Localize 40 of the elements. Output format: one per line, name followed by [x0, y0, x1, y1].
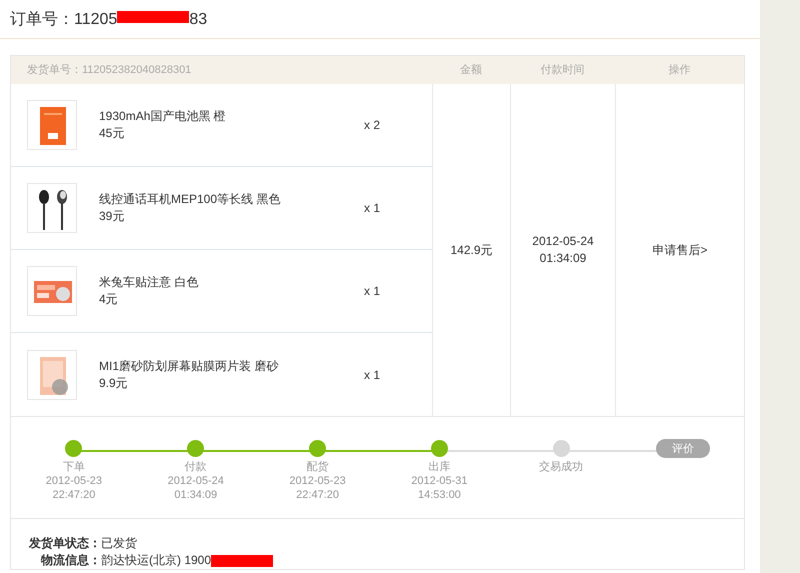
step-label: 下单 [62, 460, 85, 474]
step-label: 配货 [306, 460, 329, 474]
product-name: 1930mAh国产电池黑 橙 [99, 108, 227, 125]
step-date: 2012-05-23 [46, 474, 102, 488]
detail-label: 发货单状态： [28, 535, 101, 552]
product-price: 9.9元 [99, 374, 129, 392]
shipment-number: 发货单号：112052382040828301 [27, 64, 192, 76]
detail-label: 物流信息： [40, 552, 101, 569]
quantity: x 1 [364, 366, 380, 384]
order-number: 83 [189, 10, 208, 30]
quantity: x 1 [364, 200, 380, 217]
payment-time: 2012-05-24 [532, 233, 594, 250]
product-name: MI1磨砂防划屏幕贴膜两片装 磨砂 [99, 358, 280, 374]
product-name: 米兔车贴注意 白色 [99, 274, 200, 291]
step-time: 22:47:20 [52, 488, 96, 502]
quantity: x 2 [364, 117, 380, 134]
amount: 142.9元 [450, 242, 493, 258]
step-date: 2012-05-31 [411, 474, 468, 488]
column-header: 金额 [460, 64, 482, 76]
column-header: 操作 [668, 64, 690, 76]
detail-value: 已发货 [101, 535, 137, 552]
column-header: 付款时间 [540, 64, 584, 76]
detail-value: 韵达快运(北京) 1900 [101, 552, 212, 569]
step-label: 出库 [428, 460, 450, 474]
step-time: 22:47:20 [296, 488, 339, 502]
step-time: 01:34:09 [174, 488, 218, 502]
step-time: 14:53:00 [418, 488, 461, 502]
quantity: x 1 [364, 283, 380, 300]
step-date: 2012-05-24 [168, 474, 224, 488]
product-price: 45元 [99, 125, 126, 142]
after-sales-link[interactable]: 申请售后> [652, 242, 708, 258]
step-label: 付款 [184, 460, 207, 474]
step-date: 2012-05-23 [289, 474, 346, 488]
product-name: 线控通话耳机MEP100等长线 黑色 [99, 191, 282, 208]
order-number-label: 订单号： [10, 10, 74, 30]
payment-time: 01:34:09 [540, 250, 586, 267]
step-label: 交易成功 [539, 460, 584, 474]
order-number: 11205 [74, 10, 118, 30]
product-price: 39元 [99, 208, 126, 225]
product-price: 4元 [99, 291, 119, 308]
